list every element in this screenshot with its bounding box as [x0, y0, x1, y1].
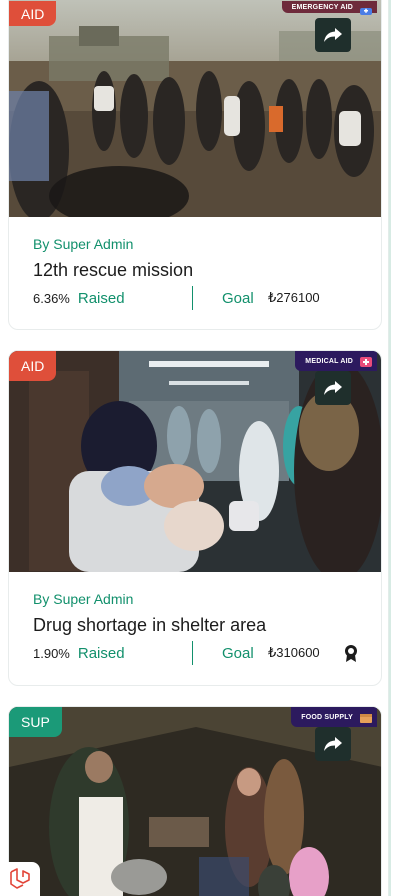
- tag-badge: MEDICAL AID: [295, 351, 377, 371]
- laravel-debug-button[interactable]: [0, 862, 40, 896]
- share-button[interactable]: [315, 18, 351, 52]
- category-badge: AID: [9, 1, 57, 26]
- share-button[interactable]: [315, 371, 351, 405]
- medical-kit-icon: [360, 357, 372, 367]
- share-button[interactable]: [315, 727, 351, 761]
- campaign-author[interactable]: By Super Admin: [33, 591, 359, 607]
- stats-divider: [192, 286, 193, 310]
- campaign-card[interactable]: AID MEDICAL AID By Super Admin Drug shor…: [8, 350, 382, 686]
- campaign-title[interactable]: 12th rescue mission: [33, 260, 359, 281]
- tag-label: FOOD SUPPLY: [301, 713, 353, 721]
- laravel-icon: [10, 868, 30, 889]
- goal-value: ₺310600: [268, 645, 320, 660]
- category-badge: AID: [9, 351, 57, 381]
- tag-label: EMERGENCY AID: [291, 3, 353, 11]
- raised-percent: 6.36%: [33, 290, 70, 306]
- campaign-card[interactable]: SUP FOOD SUPPLY: [8, 706, 382, 896]
- campaign-title[interactable]: Drug shortage in shelter area: [33, 615, 359, 636]
- share-icon: [324, 737, 342, 751]
- campaign-stats: 6.36% Raised Goal ₺276100: [33, 286, 359, 310]
- campaign-info: By Super Admin 12th rescue mission 6.36%…: [9, 217, 381, 310]
- food-box-icon: [360, 714, 372, 723]
- campaign-card[interactable]: AID EMERGENCY AID By Super Admin 12th re…: [8, 0, 382, 330]
- raised-percent: 1.90%: [33, 645, 70, 661]
- share-icon: [324, 381, 342, 395]
- category-badge: SUP: [9, 707, 62, 737]
- campaign-info: By Super Admin Drug shortage in shelter …: [9, 572, 381, 665]
- goal-value: ₺276100: [268, 290, 320, 305]
- medal-icon: [345, 645, 357, 662]
- tag-label: MEDICAL AID: [305, 357, 353, 365]
- goal-label: Goal: [222, 644, 254, 662]
- ambulance-icon: [360, 8, 372, 15]
- tag-badge: EMERGENCY AID: [281, 1, 377, 15]
- right-edge-rail: [388, 0, 414, 896]
- raised-label: Raised: [77, 289, 125, 307]
- stats-divider: [192, 641, 193, 665]
- share-icon: [324, 28, 342, 42]
- campaign-author[interactable]: By Super Admin: [33, 236, 359, 252]
- goal-label: Goal: [222, 289, 254, 307]
- tag-badge: FOOD SUPPLY: [291, 707, 377, 727]
- raised-label: Raised: [77, 644, 125, 662]
- campaign-stats: 1.90% Raised Goal ₺310600: [33, 641, 359, 665]
